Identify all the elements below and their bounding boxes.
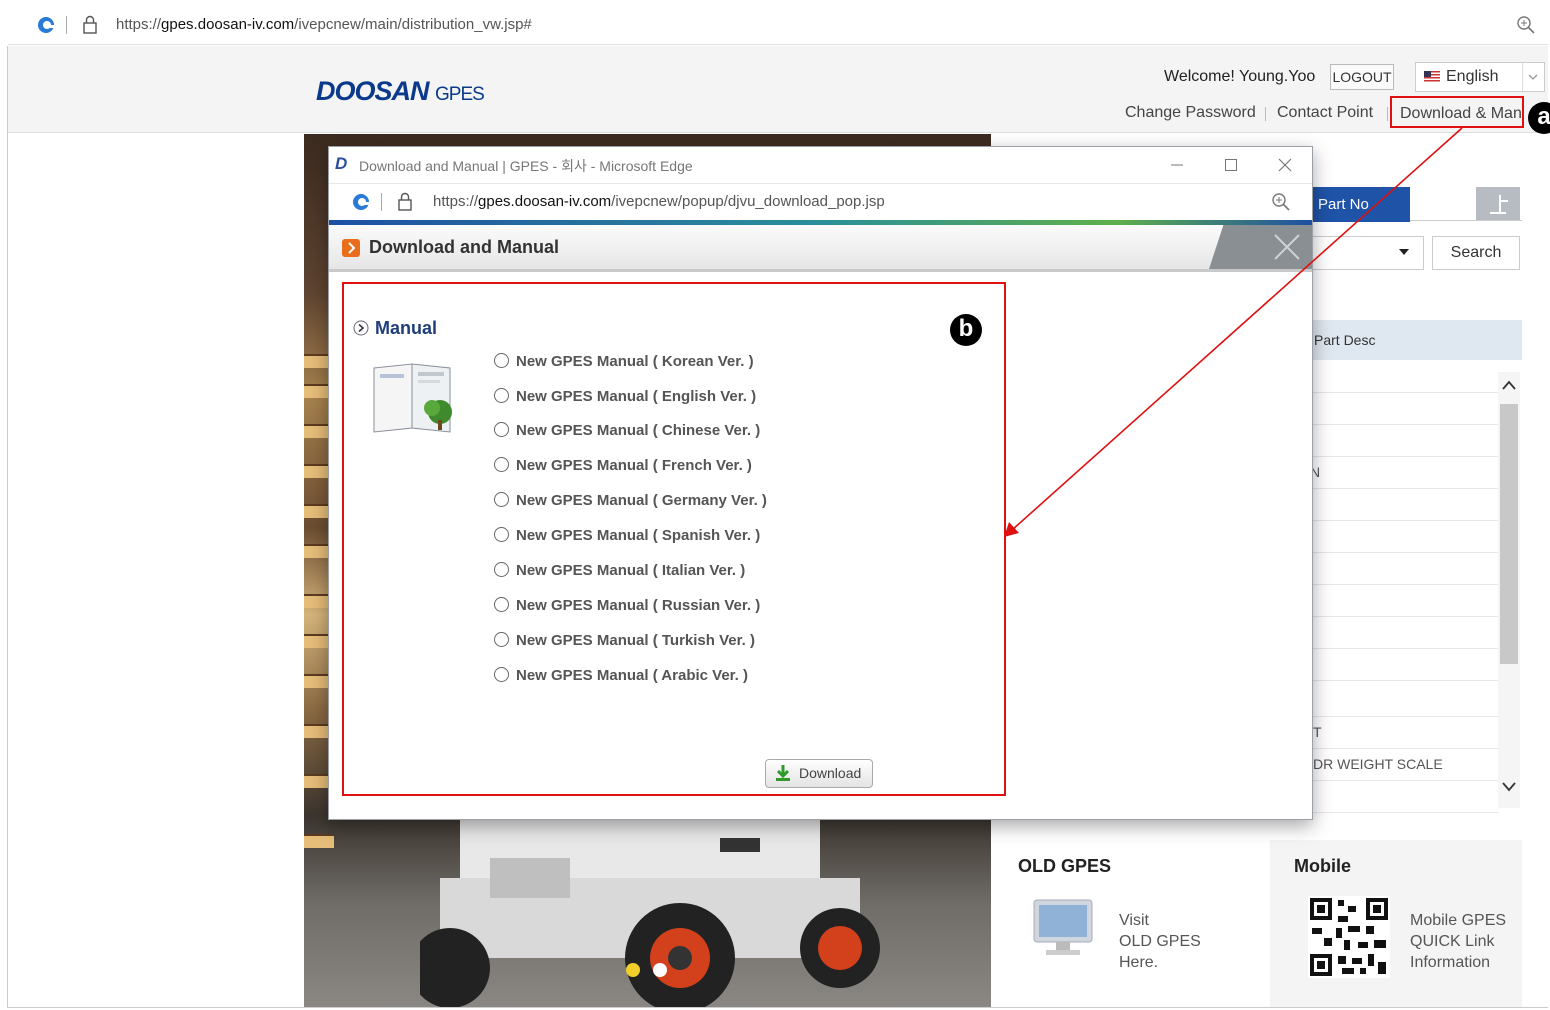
old-gpes-title: OLD GPES <box>1018 856 1112 876</box>
annotation-marker-b: b <box>950 314 982 346</box>
minimize-icon[interactable] <box>1169 157 1185 173</box>
search-type-select[interactable] <box>1310 236 1424 270</box>
mobile-gpes-info[interactable]: Mobile GPES QUICK Link Information <box>1410 910 1506 973</box>
scroll-down-icon[interactable] <box>1502 782 1516 792</box>
contact-point-link[interactable]: Contact Point <box>1277 104 1373 122</box>
close-icon[interactable] <box>1273 233 1301 261</box>
language-label: English <box>1446 68 1499 85</box>
old-gpes-link[interactable]: Visit OLD GPES Here. <box>1119 910 1201 973</box>
popup-address-bar: https://gpes.doosan-iv.com/ivepcnew/popu… <box>329 183 1312 220</box>
forklift-image <box>420 818 880 1008</box>
popup-url-field[interactable]: https://gpes.doosan-iv.com/ivepcnew/popu… <box>433 193 885 210</box>
welcome-text: Welcome! Young.Yoo <box>1164 68 1316 85</box>
mobile-title: Mobile <box>1294 856 1351 876</box>
chevron-down-icon <box>1528 74 1538 80</box>
chevron-down-icon <box>1399 249 1409 255</box>
qr-code-icon[interactable] <box>1308 896 1390 978</box>
carousel-dot-active[interactable] <box>626 963 640 977</box>
mobile-box: Mobile Mobile GPES QUICK Link Information <box>1270 840 1522 1008</box>
lock-icon <box>83 15 97 34</box>
scroll-up-icon[interactable] <box>1502 380 1516 390</box>
edge-logo-icon <box>38 17 54 33</box>
logout-button[interactable]: LOGOUT <box>1330 64 1394 90</box>
forklift-type-icon[interactable] <box>1476 187 1520 220</box>
popup-heading: Download and Manual <box>369 237 560 257</box>
close-icon[interactable] <box>1277 157 1293 173</box>
carousel-dot[interactable] <box>653 963 667 977</box>
popup-heading-bar: Download and Manual <box>329 225 1312 272</box>
tab-part-no[interactable]: Part No <box>1300 187 1410 222</box>
doosan-logo[interactable]: DOOSAN GPES <box>316 76 485 107</box>
language-select[interactable]: English <box>1415 62 1545 92</box>
old-gpes-box: OLD GPES Visit OLD GPES Here. <box>1000 840 1268 1008</box>
search-button[interactable]: Search <box>1432 236 1520 270</box>
annotation-box-b <box>342 282 1006 796</box>
arrow-badge-icon <box>342 239 360 257</box>
popup-titlebar: D Download and Manual | GPES - 회사 - Micr… <box>329 147 1312 183</box>
popup-window-title: Download and Manual | GPES - 회사 - Micros… <box>359 158 693 174</box>
monitor-icon[interactable] <box>1032 898 1094 960</box>
url-field[interactable]: https://gpes.doosan-iv.com/ivepcnew/main… <box>116 16 532 33</box>
table-scrollbar[interactable] <box>1498 372 1520 808</box>
change-password-link[interactable]: Change Password <box>1125 104 1256 122</box>
zoom-icon[interactable] <box>1516 15 1536 35</box>
download-manual-link[interactable]: Download & Man <box>1390 96 1524 128</box>
doosan-favicon-icon: D <box>335 154 348 173</box>
zoom-icon[interactable] <box>1271 192 1291 212</box>
lock-icon <box>398 192 412 211</box>
maximize-icon[interactable] <box>1223 157 1239 173</box>
browser-address-bar: https://gpes.doosan-iv.com/ivepcnew/main… <box>8 6 1548 45</box>
us-flag-icon <box>1424 71 1440 82</box>
edge-logo-icon <box>353 194 369 210</box>
scrollbar-thumb[interactable] <box>1500 404 1518 664</box>
